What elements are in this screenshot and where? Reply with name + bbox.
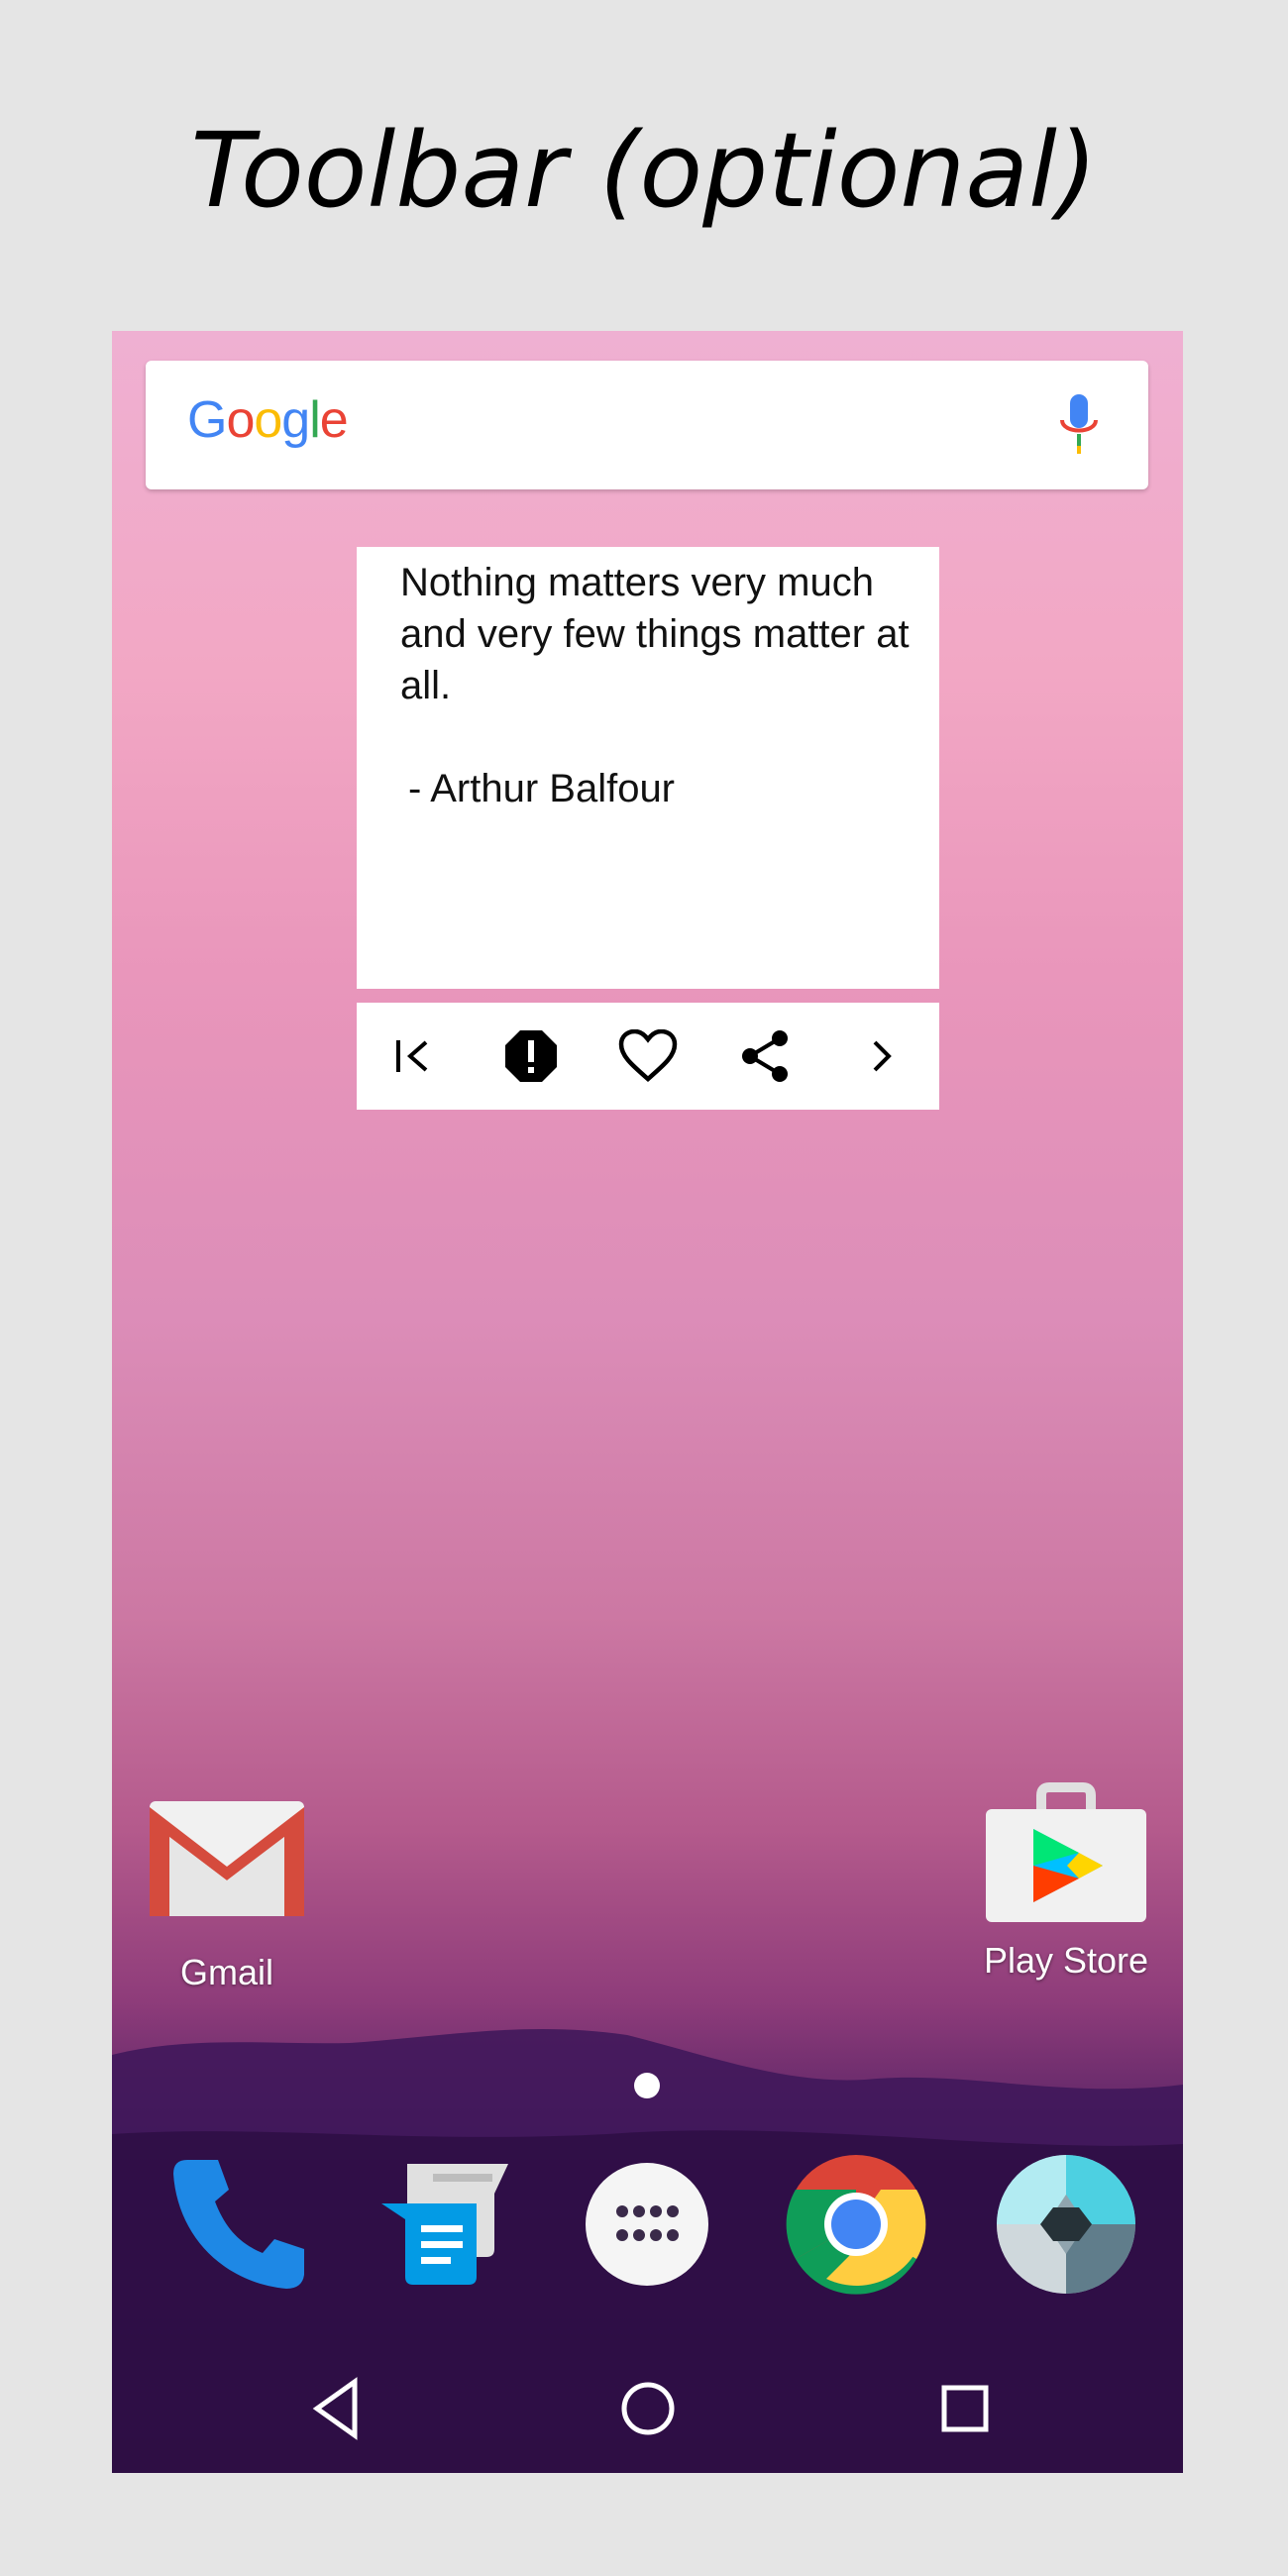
report-icon[interactable] <box>499 1024 563 1088</box>
first-icon[interactable] <box>382 1024 446 1088</box>
next-icon[interactable] <box>850 1024 913 1088</box>
gmail-label: Gmail <box>179 1952 273 1992</box>
share-icon[interactable] <box>733 1024 797 1088</box>
heart-icon[interactable] <box>616 1024 680 1088</box>
page-caption: Toolbar (optional) <box>190 110 1098 231</box>
play-store-app[interactable]: Play Store <box>982 1781 1150 1982</box>
gmail-app[interactable]: Gmail <box>146 1797 308 1993</box>
play-store-label: Play Store <box>983 1940 1149 1981</box>
page-indicator <box>634 2073 660 2098</box>
back-icon[interactable] <box>303 2374 373 2443</box>
quote-card[interactable]: Nothing matters very much and very few t… <box>357 547 939 989</box>
microphone-icon[interactable] <box>1057 394 1101 456</box>
app-drawer-icon[interactable] <box>573 2150 721 2299</box>
chrome-icon[interactable] <box>782 2150 930 2299</box>
phone-icon[interactable] <box>163 2150 312 2299</box>
google-search-bar[interactable]: Google <box>146 361 1148 489</box>
messages-icon[interactable] <box>368 2150 516 2299</box>
quote-toolbar <box>357 1003 939 1110</box>
recents-icon[interactable] <box>930 2374 1000 2443</box>
google-logo: Google <box>187 391 349 449</box>
home-icon[interactable] <box>613 2374 683 2443</box>
gmail-icon <box>150 1801 304 1916</box>
play-store-icon <box>986 1782 1146 1922</box>
camera-icon[interactable] <box>992 2150 1140 2299</box>
phone-screen: Google Nothing matters very much and ver… <box>112 331 1183 2473</box>
quote-text: Nothing matters very much and very few t… <box>400 561 910 707</box>
quote-author: - Arthur Balfour <box>408 767 676 810</box>
